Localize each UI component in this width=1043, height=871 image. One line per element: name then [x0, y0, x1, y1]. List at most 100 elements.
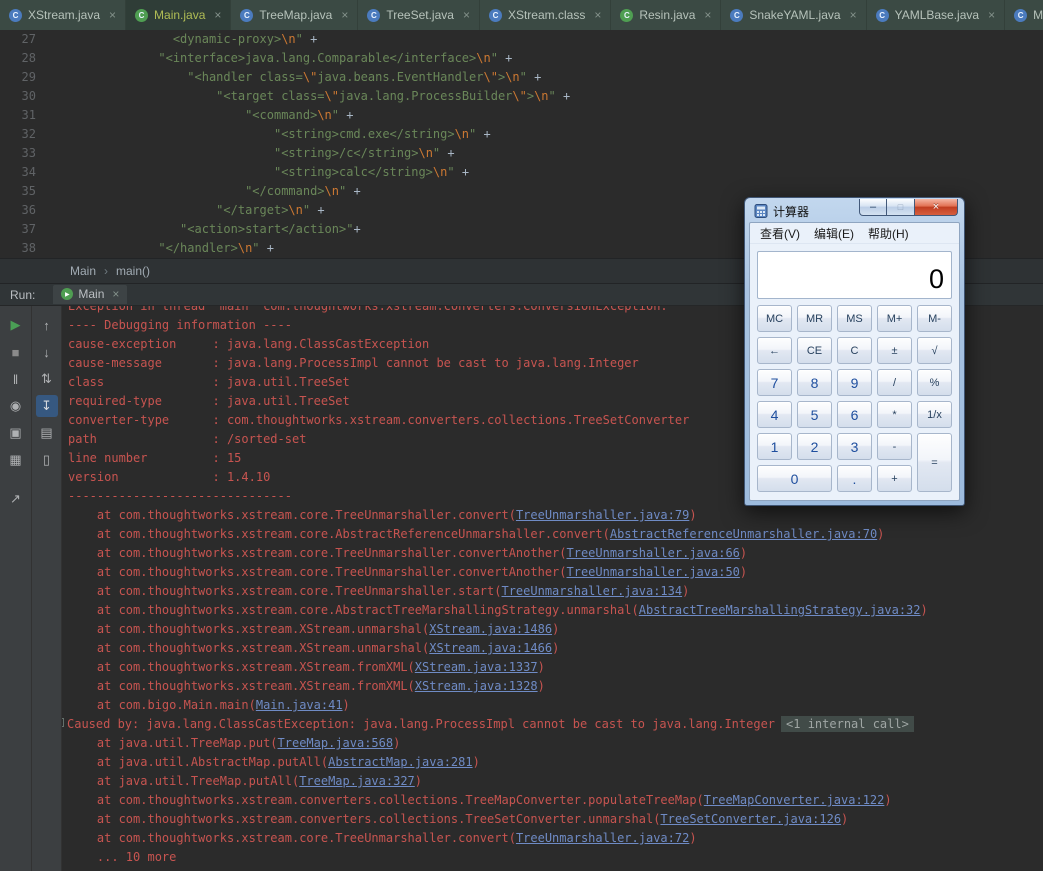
- calc-key-memory-recall[interactable]: MR: [797, 305, 832, 332]
- scroll-to-end-icon[interactable]: ↧: [35, 395, 58, 417]
- edit-menu[interactable]: 编辑(E): [807, 223, 861, 244]
- dump-threads-icon[interactable]: ◉: [5, 395, 27, 417]
- calc-key-memory-clear[interactable]: MC: [757, 305, 792, 332]
- calculator-display: 0: [757, 251, 952, 299]
- stack-trace-link[interactable]: TreeSetConverter.java:126: [660, 812, 841, 826]
- clear-console-icon[interactable]: ▯: [36, 449, 58, 471]
- calc-key-memory-store[interactable]: MS: [837, 305, 872, 332]
- stderr-text: -------------------------------: [68, 489, 292, 503]
- calculator-title-bar[interactable]: 计算器 – □ ×: [749, 198, 960, 222]
- calc-key-backspace[interactable]: ←: [757, 337, 792, 364]
- stack-trace-link[interactable]: TreeUnmarshaller.java:79: [516, 508, 689, 522]
- print-icon[interactable]: ▤: [36, 422, 58, 444]
- calc-key-nine[interactable]: 9: [837, 369, 872, 396]
- editor-tab-treeset-java[interactable]: C TreeSet.java ×: [358, 0, 480, 30]
- close-icon[interactable]: ×: [988, 8, 995, 22]
- calc-key-memory-subtract[interactable]: M-: [917, 305, 952, 332]
- close-icon[interactable]: ×: [214, 8, 221, 22]
- stack-trace-link[interactable]: AbstractMap.java:281: [328, 755, 473, 769]
- stack-trace-link[interactable]: TreeMap.java:327: [299, 774, 415, 788]
- down-stack-icon[interactable]: ↓: [36, 341, 58, 363]
- calc-key-five[interactable]: 5: [797, 401, 832, 428]
- minimize-button[interactable]: –: [859, 199, 887, 216]
- calc-key-square-root[interactable]: √: [917, 337, 952, 364]
- stack-trace-link[interactable]: TreeMap.java:568: [278, 736, 394, 750]
- code-text: <dynamic-proxy>\n" +: [50, 32, 318, 46]
- calc-key-two[interactable]: 2: [797, 433, 832, 460]
- calculator-menu-bar: 查看(V) 编辑(E) 帮助(H): [750, 223, 959, 244]
- close-icon[interactable]: ×: [341, 8, 348, 22]
- run-tab-main[interactable]: ▶ Main ×: [53, 285, 128, 304]
- stack-trace-link[interactable]: AbstractTreeMarshallingStrategy.java:32: [639, 603, 921, 617]
- close-icon[interactable]: ×: [704, 8, 711, 22]
- editor-tab-treemap-java[interactable]: C TreeMap.java ×: [231, 0, 359, 30]
- tab-label: XStream.java: [28, 8, 101, 22]
- calc-key-clear[interactable]: C: [837, 337, 872, 364]
- calculator-body: 查看(V) 编辑(E) 帮助(H) 0 MC MR MS M+ M- ← CE C ± √ 7 8 9/% 4…: [749, 222, 960, 501]
- calc-key-equals[interactable]: =: [917, 433, 952, 492]
- editor-tab-yamlbase-java[interactable]: C YAMLBase.java ×: [867, 0, 1006, 30]
- calc-key-percent[interactable]: %: [917, 369, 952, 396]
- editor-tab-snakeyaml-java[interactable]: C SnakeYAML.java ×: [721, 0, 867, 30]
- fold-expand-icon[interactable]: +: [62, 718, 64, 727]
- rerun-icon[interactable]: ▶: [5, 314, 27, 336]
- calc-key-memory-add[interactable]: M+: [877, 305, 912, 332]
- calc-key-plus[interactable]: +: [877, 465, 912, 492]
- calc-key-clear-entry[interactable]: CE: [797, 337, 832, 364]
- help-menu[interactable]: 帮助(H): [861, 223, 916, 244]
- calc-key-reciprocal[interactable]: 1/x: [917, 401, 952, 428]
- pause-icon[interactable]: ‖: [5, 368, 27, 390]
- calculator-window[interactable]: 计算器 – □ × 查看(V) 编辑(E) 帮助(H) 0 MC MR MS M+ M- ← CE C…: [744, 197, 965, 506]
- calc-key-negate[interactable]: ±: [877, 337, 912, 364]
- up-stack-icon[interactable]: ↑: [36, 314, 58, 336]
- stderr-text: ): [689, 508, 697, 522]
- stack-trace-link[interactable]: TreeUnmarshaller.java:134: [501, 584, 682, 598]
- close-button[interactable]: ×: [915, 199, 958, 216]
- close-icon[interactable]: ×: [463, 8, 470, 22]
- calc-key-divide[interactable]: /: [877, 369, 912, 396]
- editor-tab-xstream-class[interactable]: C XStream.class ×: [480, 0, 612, 30]
- stack-trace-link[interactable]: TreeUnmarshaller.java:50: [567, 565, 740, 579]
- calc-key-one[interactable]: 1: [757, 433, 792, 460]
- editor-tab-resin-java[interactable]: C Resin.java ×: [611, 0, 722, 30]
- class-icon: C: [9, 8, 22, 22]
- stack-trace-link[interactable]: XStream.java:1486: [429, 622, 552, 636]
- calc-key-three[interactable]: 3: [837, 433, 872, 460]
- close-icon[interactable]: ×: [109, 8, 116, 22]
- soft-wrap-icon[interactable]: ⇅: [36, 368, 58, 390]
- breadcrumb-class[interactable]: Main: [70, 264, 96, 278]
- maximize-button[interactable]: □: [887, 199, 915, 216]
- stack-trace-link[interactable]: TreeUnmarshaller.java:72: [516, 831, 689, 845]
- stack-trace-link[interactable]: TreeUnmarshaller.java:66: [567, 546, 740, 560]
- stack-trace-link[interactable]: XStream.java:1328: [415, 679, 538, 693]
- editor-tab-xstream-java[interactable]: C XStream.java ×: [0, 0, 127, 30]
- editor-tab-main-java[interactable]: C Main.java ×: [126, 0, 232, 30]
- close-icon[interactable]: ×: [594, 8, 601, 22]
- view-menu[interactable]: 查看(V): [753, 223, 807, 244]
- code-text: "<interface>java.lang.Comparable</interf…: [50, 51, 513, 65]
- stack-trace-link[interactable]: XStream.java:1337: [415, 660, 538, 674]
- calc-key-four[interactable]: 4: [757, 401, 792, 428]
- stop-icon[interactable]: ■: [5, 341, 27, 363]
- class-icon: C: [875, 8, 889, 22]
- calc-key-seven[interactable]: 7: [757, 369, 792, 396]
- close-icon[interactable]: ×: [112, 287, 119, 301]
- stack-trace-link[interactable]: AbstractReferenceUnmarshaller.java:70: [610, 527, 877, 541]
- calc-key-eight[interactable]: 8: [797, 369, 832, 396]
- stack-trace-link[interactable]: Main.java:41: [256, 698, 343, 712]
- console-line: at com.thoughtworks.xstream.core.TreeUnm…: [68, 582, 1043, 601]
- close-icon[interactable]: ×: [850, 8, 857, 22]
- run-class-icon: ▶: [61, 288, 74, 300]
- stack-trace-link[interactable]: TreeMapConverter.java:122: [704, 793, 885, 807]
- layout-settings-icon[interactable]: ▦: [5, 449, 27, 471]
- restore-layout-icon[interactable]: ▣: [5, 422, 27, 444]
- stack-trace-link[interactable]: XStream.java:1466: [429, 641, 552, 655]
- calc-key-six[interactable]: 6: [837, 401, 872, 428]
- calc-key-zero[interactable]: 0: [757, 465, 832, 492]
- breadcrumb-member[interactable]: main(): [116, 264, 150, 278]
- calc-key-multiply[interactable]: *: [877, 401, 912, 428]
- attach-profiler-icon[interactable]: ↗: [5, 488, 27, 510]
- calc-key-subtract[interactable]: -: [877, 433, 912, 460]
- editor-tab-ma[interactable]: CMa×: [1005, 0, 1043, 30]
- calc-key-decimal[interactable]: .: [837, 465, 872, 492]
